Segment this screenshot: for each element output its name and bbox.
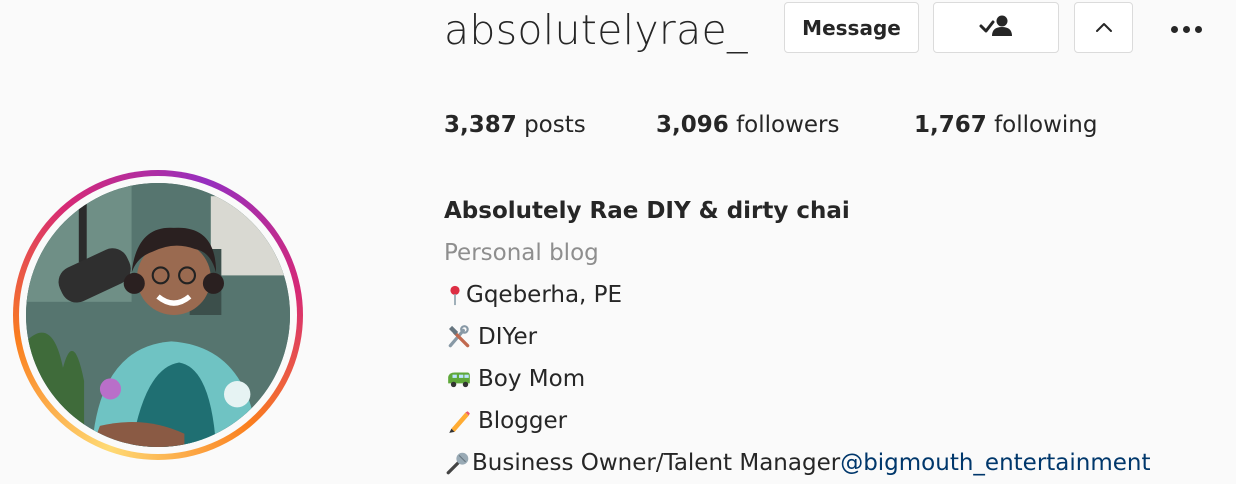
microphone-icon — [444, 448, 472, 478]
business-mention-link[interactable]: @bigmouth_entertainment — [840, 442, 1150, 484]
bio-location: Gqeberha, PE — [444, 274, 1151, 316]
story-ring[interactable] — [13, 170, 303, 460]
bio-diyer: DIYer — [444, 316, 1151, 358]
bio-boy-mom: Boy Mom — [444, 358, 1151, 400]
minibus-icon — [444, 364, 474, 394]
bio-blogger: Blogger — [444, 400, 1151, 442]
suggested-accounts-button[interactable] — [1074, 2, 1133, 53]
message-button[interactable]: Message — [784, 2, 919, 53]
following-link[interactable]: 1,767 following — [914, 112, 1097, 138]
avatar-frame — [19, 176, 297, 454]
pencil-icon — [444, 406, 474, 436]
profile-bio: Absolutely Rae DIY & dirty chai Personal… — [444, 190, 1151, 484]
following-button[interactable] — [933, 2, 1059, 53]
round-pushpin-icon — [444, 280, 466, 310]
posts-count: 3,387 posts — [444, 112, 586, 138]
bio-full-name: Absolutely Rae DIY & dirty chai — [444, 198, 850, 224]
followers-link[interactable]: 3,096 followers — [656, 112, 840, 138]
chevron-up-icon — [1095, 18, 1113, 37]
more-options-button[interactable] — [1158, 10, 1214, 48]
bio-category: Personal blog — [444, 240, 599, 266]
profile-photo — [26, 183, 290, 447]
profile-avatar[interactable] — [26, 183, 290, 447]
hammer-and-wrench-icon — [444, 322, 474, 352]
more-horizontal-icon — [1170, 25, 1178, 33]
person-check-icon — [978, 14, 1014, 42]
bio-business: Business Owner/Talent Manager @bigmouth_… — [444, 442, 1151, 484]
profile-username: absolutelyrae_ — [444, 6, 748, 54]
